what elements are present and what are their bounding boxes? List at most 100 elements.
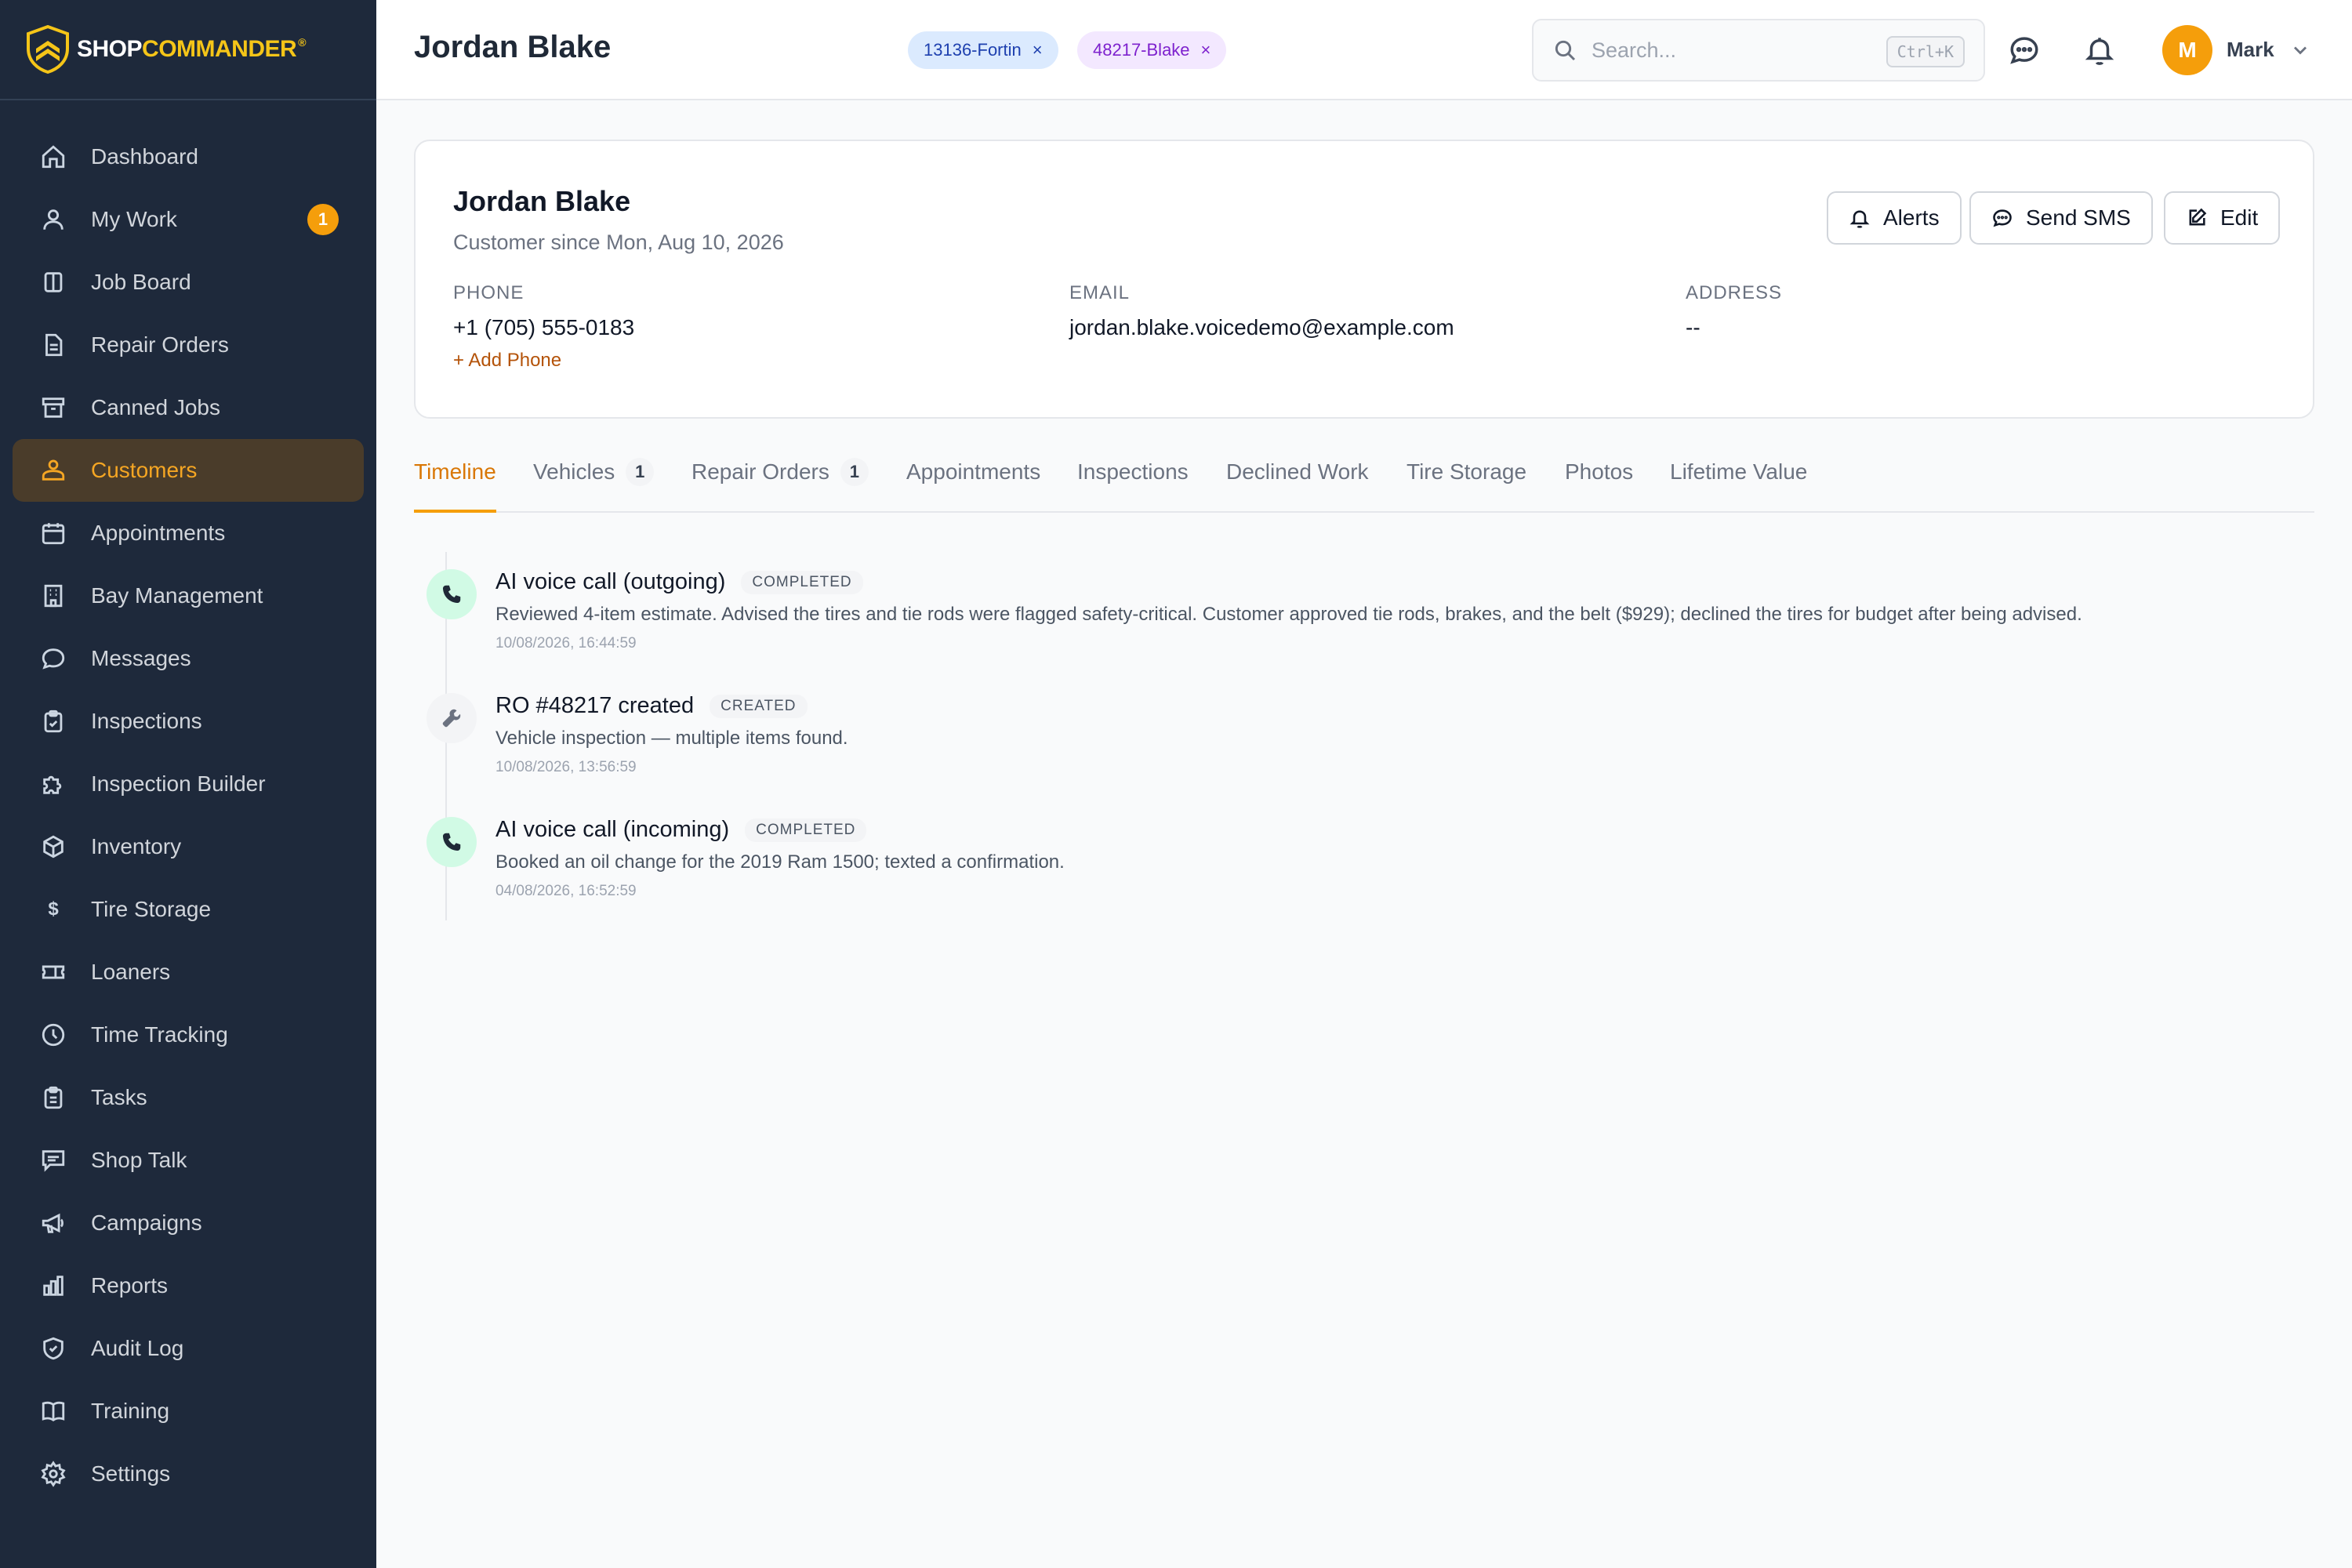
chat-bubble-icon xyxy=(2010,37,2038,64)
messages-button[interactable] xyxy=(2005,31,2043,69)
sidebar-item-label: Time Tracking xyxy=(91,1022,228,1047)
brand-commander: COMMANDER xyxy=(142,36,297,62)
search-box[interactable]: Ctrl+K xyxy=(1532,19,1985,82)
sidebar-item-tasks[interactable]: Tasks xyxy=(13,1066,364,1129)
timeline-item-title: AI voice call (outgoing) COMPLETED xyxy=(495,569,863,595)
sidebar-item-label: Messages xyxy=(91,646,191,670)
phone-label: PHONE xyxy=(453,282,524,303)
brand-logo[interactable]: SHOPCOMMANDER ® xyxy=(0,0,376,100)
bell-icon xyxy=(2085,38,2114,65)
timeline-item-description: Reviewed 4-item estimate. Advised the ti… xyxy=(495,604,2082,625)
close-icon[interactable]: × xyxy=(1201,40,1211,60)
sidebar-item-bay-management[interactable]: Bay Management xyxy=(13,564,364,627)
tab-timeline[interactable]: Timeline xyxy=(414,459,496,513)
tab-appointments[interactable]: Appointments xyxy=(906,459,1040,513)
sidebar-item-customers[interactable]: Customers xyxy=(13,439,364,502)
alerts-button[interactable]: Alerts xyxy=(1827,191,1962,245)
tab-declined-work[interactable]: Declined Work xyxy=(1226,459,1369,513)
close-icon[interactable]: × xyxy=(1033,40,1043,60)
search-input[interactable] xyxy=(1592,38,1858,63)
ro-chip-fortin[interactable]: 13136-Fortin × xyxy=(908,31,1058,69)
customer-name: Jordan Blake xyxy=(453,185,631,217)
status-badge: CREATED xyxy=(710,695,808,718)
sidebar-item-label: Inspection Builder xyxy=(91,771,266,796)
sidebar-item-label: Loaners xyxy=(91,960,171,984)
timeline-title-text: RO #48217 created xyxy=(495,693,695,718)
email-label: EMAIL xyxy=(1069,282,1131,303)
brand-name: SHOPCOMMANDER ® xyxy=(77,36,307,63)
sidebar-item-shop-talk[interactable]: Shop Talk xyxy=(13,1129,364,1192)
tab-vehicles[interactable]: Vehicles 1 xyxy=(533,458,655,513)
users-icon xyxy=(39,456,67,485)
chat-icon xyxy=(1993,209,2012,227)
sidebar-nav: Dashboard My Work 1 Job Board Repair Ord… xyxy=(0,125,376,1505)
chevron-down-icon[interactable] xyxy=(2289,39,2313,63)
tab-label: Vehicles xyxy=(533,459,615,484)
user-icon xyxy=(39,205,67,234)
ro-chip-blake[interactable]: 48217-Blake × xyxy=(1077,31,1227,69)
sidebar-item-dashboard[interactable]: Dashboard xyxy=(13,125,364,188)
edit-button[interactable]: Edit xyxy=(2164,191,2281,245)
customer-since: Customer since Mon, Aug 10, 2026 xyxy=(453,230,784,254)
phone-value[interactable]: +1 (705) 555-0183 xyxy=(453,315,634,340)
box-icon xyxy=(39,833,67,861)
email-value[interactable]: jordan.blake.voicedemo@example.com xyxy=(1069,315,1454,340)
sidebar-item-training[interactable]: Training xyxy=(13,1380,364,1443)
tab-lifetime-value[interactable]: Lifetime Value xyxy=(1670,459,1807,513)
sidebar-item-label: Training xyxy=(91,1399,170,1423)
sidebar-item-my-work[interactable]: My Work 1 xyxy=(13,188,364,251)
shield-logo-icon xyxy=(27,25,69,74)
dollar-icon: $ xyxy=(48,898,59,920)
alerts-button-label: Alerts xyxy=(1883,205,1940,230)
sidebar-item-audit-log[interactable]: Audit Log xyxy=(13,1317,364,1380)
sidebar-item-label: Settings xyxy=(91,1461,171,1486)
sidebar-item-label: Appointments xyxy=(91,521,226,545)
sidebar-item-job-board[interactable]: Job Board xyxy=(13,251,364,314)
sidebar-item-tire-storage[interactable]: $ Tire Storage xyxy=(13,878,364,941)
tab-photos[interactable]: Photos xyxy=(1565,459,1633,513)
sidebar-item-inspections[interactable]: Inspections xyxy=(13,690,364,753)
tab-count-badge: 1 xyxy=(840,458,869,486)
page-title: Jordan Blake xyxy=(414,30,612,64)
sidebar-item-canned-jobs[interactable]: Canned Jobs xyxy=(13,376,364,439)
sidebar-item-time-tracking[interactable]: Time Tracking xyxy=(13,1004,364,1066)
address-label: ADDRESS xyxy=(1686,282,1783,303)
sidebar-item-loaners[interactable]: Loaners xyxy=(13,941,364,1004)
search-icon xyxy=(1555,40,1576,61)
tab-label: Timeline xyxy=(414,459,496,484)
my-work-count-badge: 1 xyxy=(307,204,339,235)
sidebar-item-campaigns[interactable]: Campaigns xyxy=(13,1192,364,1254)
search-shortcut: Ctrl+K xyxy=(1886,36,1965,67)
sidebar-item-label: Job Board xyxy=(91,270,191,294)
sidebar-item-settings[interactable]: Settings xyxy=(13,1443,364,1505)
sidebar-item-label: Inventory xyxy=(91,834,182,858)
tab-repair-orders[interactable]: Repair Orders 1 xyxy=(691,458,869,513)
sidebar-item-label: Shop Talk xyxy=(91,1148,187,1172)
add-phone-link[interactable]: + Add Phone xyxy=(453,350,561,372)
sidebar-item-appointments[interactable]: Appointments xyxy=(13,502,364,564)
notifications-button[interactable] xyxy=(2081,31,2118,69)
sidebar-item-reports[interactable]: Reports xyxy=(13,1254,364,1317)
brand-shop: SHOP xyxy=(77,36,143,62)
avatar[interactable]: M xyxy=(2162,25,2212,75)
timeline-item-title: RO #48217 created CREATED xyxy=(495,693,808,719)
send-sms-button[interactable]: Send SMS xyxy=(1969,191,2153,245)
chip-label: 48217-Blake xyxy=(1093,40,1190,60)
user-name[interactable]: Mark xyxy=(2227,38,2274,62)
ticket-icon xyxy=(39,958,67,986)
sidebar-item-inventory[interactable]: Inventory xyxy=(13,815,364,878)
tab-label: Photos xyxy=(1565,459,1634,484)
sidebar-item-messages[interactable]: Messages xyxy=(13,627,364,690)
sidebar-item-inspection-builder[interactable]: Inspection Builder xyxy=(13,753,364,815)
sidebar-item-label: Reports xyxy=(91,1273,169,1298)
tab-inspections[interactable]: Inspections xyxy=(1077,459,1189,513)
bar-chart-icon xyxy=(39,1272,67,1300)
tab-tire-storage[interactable]: Tire Storage xyxy=(1406,459,1526,513)
clock-icon xyxy=(39,1021,67,1049)
tab-label: Appointments xyxy=(906,459,1041,484)
sidebar-item-repair-orders[interactable]: Repair Orders xyxy=(13,314,364,376)
timeline-item-timestamp: 10/08/2026, 13:56:59 xyxy=(495,759,637,775)
tab-label: Declined Work xyxy=(1226,459,1369,484)
wrench-icon xyxy=(426,693,477,743)
shield-check-icon xyxy=(39,1334,67,1363)
